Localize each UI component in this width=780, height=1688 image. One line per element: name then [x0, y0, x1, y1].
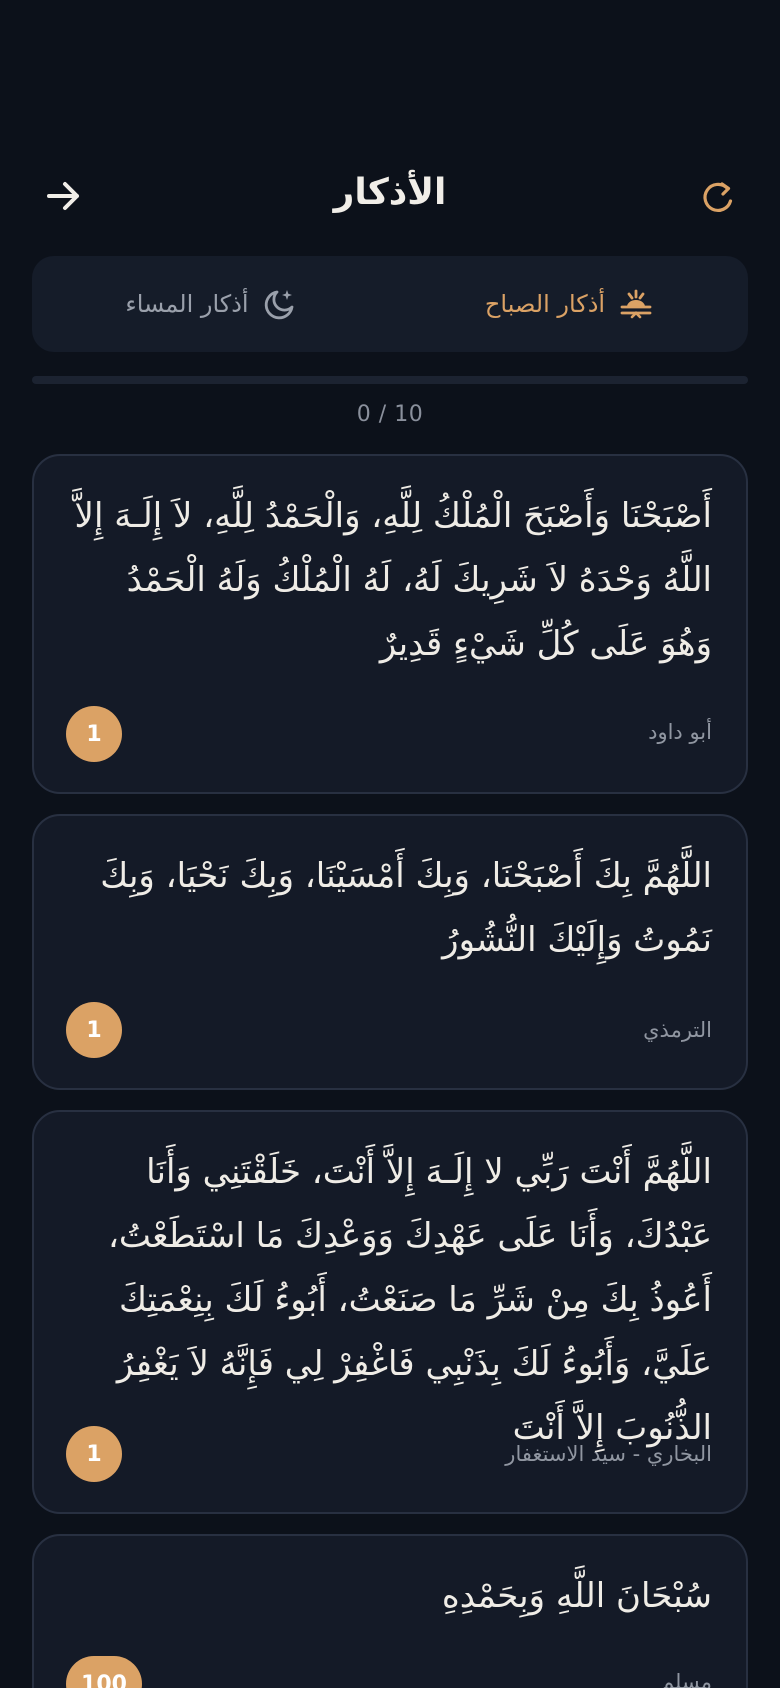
zikr-text: أَصْبَحْنَا وَأَصْبَحَ الْمُلْكُ لِلَّهِ…: [74, 496, 712, 664]
zikr-source: الترمذي: [643, 1018, 712, 1042]
zikr-text: سُبْحَانَ اللَّهِ وَبِحَمْدِهِ: [441, 1576, 712, 1616]
moon-star-icon: [264, 290, 293, 320]
refresh-icon: [703, 182, 733, 212]
zikr-card[interactable]: اللَّهُمَّ بِكَ أَصْبَحْنَا، وَبِكَ أَمْ…: [32, 814, 748, 1090]
tab-evening[interactable]: أذكار المساء: [32, 256, 390, 352]
tab-morning-label: أذكار الصباح: [484, 290, 606, 318]
tab-morning[interactable]: أذكار الصباح: [390, 256, 748, 352]
azkar-screen: الأذكار أذكار الصباح أذكار المساء 0 / 10…: [0, 0, 780, 1688]
progress-text: 0 / 10: [356, 402, 424, 427]
zikr-card[interactable]: اللَّهُمَّ أَنْتَ رَبِّي لا إِلَـهَ إِلا…: [32, 1110, 748, 1514]
counter-button[interactable]: 100: [66, 1656, 142, 1688]
counter-button[interactable]: 1: [66, 1002, 122, 1058]
progress-bar: [32, 376, 748, 384]
zikr-text: اللَّهُمَّ أَنْتَ رَبِّي لا إِلَـهَ إِلا…: [107, 1152, 712, 1448]
counter-button[interactable]: 1: [66, 1426, 122, 1482]
page-title: الأذكار: [333, 172, 447, 213]
header: الأذكار: [0, 160, 780, 232]
zikr-source: مسلم: [661, 1670, 712, 1688]
zikr-source: البخاري - سيد الاستغفار: [505, 1442, 712, 1466]
counter-button[interactable]: 1: [66, 706, 122, 762]
zikr-card[interactable]: سُبْحَانَ اللَّهِ وَبِحَمْدِهِ مسلم 100: [32, 1534, 748, 1688]
sunrise-icon: [620, 289, 652, 319]
zikr-source: أبو داود: [648, 720, 712, 744]
zikr-card[interactable]: أَصْبَحْنَا وَأَصْبَحَ الْمُلْكُ لِلَّهِ…: [32, 454, 748, 794]
zikr-text: اللَّهُمَّ بِكَ أَصْبَحْنَا، وَبِكَ أَمْ…: [100, 856, 712, 960]
reset-button[interactable]: [692, 174, 744, 222]
tab-evening-label: أذكار المساء: [125, 290, 249, 318]
tab-bar: أذكار الصباح أذكار المساء: [32, 256, 748, 352]
